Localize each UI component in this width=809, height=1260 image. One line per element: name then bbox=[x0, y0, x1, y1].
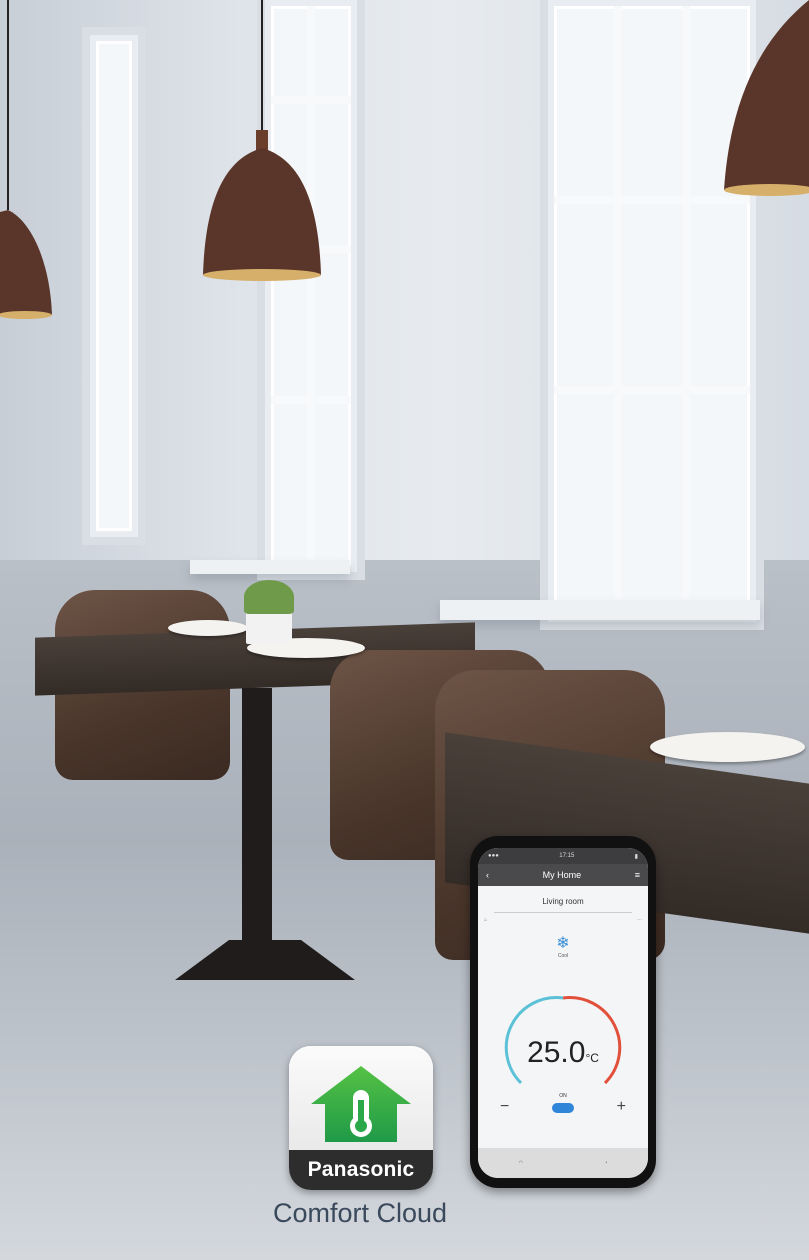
table-leg bbox=[242, 688, 272, 948]
back-icon[interactable]: ‹ bbox=[486, 870, 489, 880]
restaurant-scene: ●●● 17:15 ▮ ‹ My Home ≡ Living room ⌂ ⋯ … bbox=[0, 0, 809, 1260]
home-icon: ⌂ bbox=[484, 917, 488, 923]
plate bbox=[650, 732, 805, 762]
mode-label: Cool bbox=[557, 953, 569, 959]
status-bar: ●●● 17:15 ▮ bbox=[478, 848, 648, 864]
plate bbox=[168, 620, 248, 636]
bottom-tab-bar: ◠ ◔ bbox=[478, 1148, 648, 1178]
battery-icon: ▮ bbox=[634, 853, 638, 860]
menu-icon[interactable]: ≡ bbox=[635, 870, 640, 880]
pendant-lamp bbox=[203, 0, 321, 281]
plant-pot bbox=[246, 610, 292, 644]
brand-name: Panasonic bbox=[307, 1158, 415, 1181]
smartphone: ●●● 17:15 ▮ ‹ My Home ≡ Living room ⌂ ⋯ … bbox=[470, 836, 656, 1188]
pendant-lamp bbox=[0, 0, 52, 319]
snowflake-icon[interactable]: ❄ bbox=[478, 933, 648, 953]
settings-icon: ⋯ bbox=[637, 917, 642, 923]
room-name: Living room bbox=[542, 896, 584, 906]
room-selector[interactable]: Living room bbox=[494, 890, 632, 913]
window-sill bbox=[440, 600, 760, 620]
tab-timer-icon[interactable]: ◔ bbox=[604, 1160, 607, 1166]
signal-icon: ●●● bbox=[488, 853, 499, 859]
window-left bbox=[90, 35, 138, 537]
house-thermometer-icon bbox=[311, 1066, 411, 1142]
tab-statistics-icon[interactable]: ◠ bbox=[519, 1160, 523, 1166]
plant bbox=[244, 580, 294, 614]
temperature-readout: 25.0°C bbox=[527, 1036, 599, 1069]
status-time: 17:15 bbox=[559, 853, 575, 859]
app-logo: Panasonic bbox=[289, 1046, 433, 1190]
app-screen: ●●● 17:15 ▮ ‹ My Home ≡ Living room ⌂ ⋯ … bbox=[478, 848, 648, 1178]
minus-button[interactable]: − bbox=[500, 1098, 509, 1116]
app-name: Comfort Cloud bbox=[272, 1198, 448, 1228]
window-sill bbox=[190, 560, 350, 574]
indicator-row: ⌂ ⋯ bbox=[478, 913, 648, 927]
temperature-dial[interactable]: 25.0°C bbox=[503, 988, 623, 1108]
pendant-lamp bbox=[724, 0, 809, 196]
plus-button[interactable]: + bbox=[617, 1098, 626, 1116]
temperature-controls: − + bbox=[478, 1098, 648, 1116]
app-header: ‹ My Home ≡ bbox=[478, 864, 648, 886]
page-title: My Home bbox=[542, 870, 582, 880]
